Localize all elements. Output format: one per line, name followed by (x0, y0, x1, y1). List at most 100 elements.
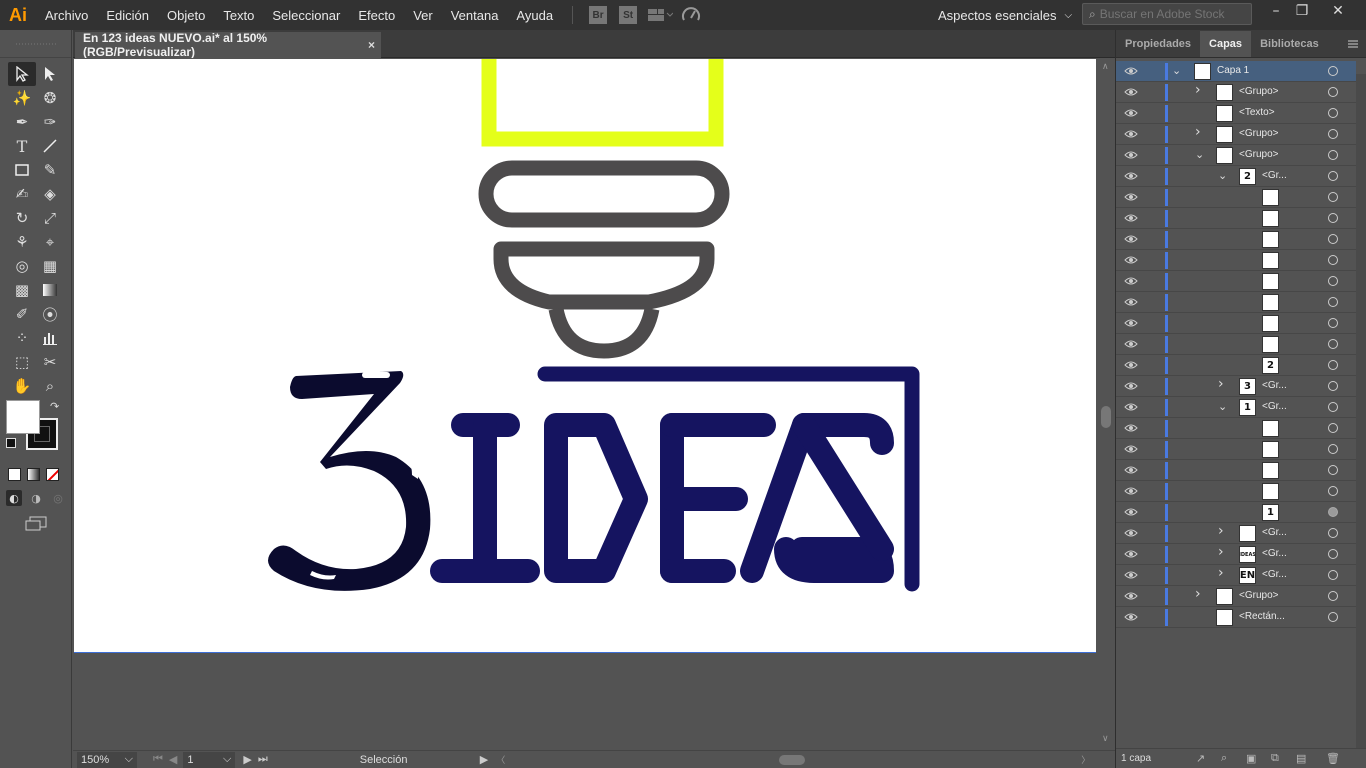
target-circle-icon[interactable] (1328, 66, 1338, 76)
target-circle-icon[interactable] (1328, 276, 1338, 286)
hscroll-thumb[interactable] (779, 754, 806, 765)
graph-tool-icon[interactable] (36, 326, 64, 350)
shape-builder-icon[interactable]: ◎ (8, 254, 36, 278)
draw-normal-icon[interactable]: ◐ (6, 490, 22, 506)
layer-row[interactable]: <Texto> (1116, 103, 1356, 124)
visibility-eye-icon[interactable] (1124, 612, 1138, 622)
target-circle-icon[interactable] (1328, 507, 1338, 517)
target-circle-icon[interactable] (1328, 402, 1338, 412)
workspace-switcher[interactable]: Aspectos esenciales ⌵ (930, 4, 1080, 26)
chevron-down-icon[interactable]: ⌄ (1195, 148, 1204, 161)
hscroll-right-icon[interactable]: 〉 (1081, 753, 1090, 766)
menu-edicion[interactable]: Edición (97, 8, 158, 23)
artboard[interactable] (74, 59, 1096, 653)
layer-row[interactable]: 1 (1116, 502, 1356, 523)
canvas-vertical-scrollbar[interactable]: ∧ ∨ (1097, 58, 1115, 750)
menu-texto[interactable]: Texto (214, 8, 263, 23)
artboard-tool-icon[interactable]: ⬚ (8, 350, 36, 374)
logo-artwork[interactable] (74, 59, 1096, 653)
visibility-eye-icon[interactable] (1124, 87, 1138, 97)
scale-tool-icon[interactable]: ⤢ (36, 206, 64, 230)
line-tool-icon[interactable] (36, 134, 64, 158)
layer-row[interactable] (1116, 187, 1356, 208)
layer-row[interactable] (1116, 292, 1356, 313)
swap-fill-stroke-icon[interactable]: ↷ (50, 400, 59, 413)
maximize-button[interactable]: ❐ (1284, 0, 1320, 22)
target-circle-icon[interactable] (1328, 339, 1338, 349)
default-colors-icon[interactable] (6, 438, 16, 448)
target-circle-icon[interactable] (1328, 612, 1338, 622)
chevron-down-icon[interactable]: ⌄ (1172, 64, 1181, 77)
target-circle-icon[interactable] (1328, 213, 1338, 223)
document-tab[interactable]: En 123 ideas NUEVO.ai* al 150% (RGB/Prev… (75, 31, 381, 59)
target-circle-icon[interactable] (1328, 108, 1338, 118)
locate-object-icon[interactable]: ⌕ (1221, 752, 1235, 765)
target-circle-icon[interactable] (1328, 486, 1338, 496)
export-icon[interactable]: ↗ (1196, 752, 1210, 765)
layer-row[interactable]: › IDEAS <Gr... (1116, 544, 1356, 565)
scroll-down-icon[interactable]: ∨ (1102, 734, 1109, 744)
layer-row[interactable]: ⌄ <Grupo> (1116, 145, 1356, 166)
layer-row[interactable]: 2 (1116, 355, 1356, 376)
tab-capas[interactable]: Capas (1200, 31, 1252, 57)
none-mode-icon[interactable] (46, 468, 59, 481)
visibility-eye-icon[interactable] (1124, 255, 1138, 265)
visibility-eye-icon[interactable] (1124, 549, 1138, 559)
menu-objeto[interactable]: Objeto (158, 8, 214, 23)
target-circle-icon[interactable] (1328, 381, 1338, 391)
layer-row[interactable]: › <Grupo> (1116, 82, 1356, 103)
magic-wand-icon[interactable]: ✨ (8, 86, 36, 110)
stock-icon[interactable]: St (619, 6, 638, 24)
visibility-eye-icon[interactable] (1124, 234, 1138, 244)
layers-scrollbar[interactable] (1356, 74, 1366, 748)
target-circle-icon[interactable] (1328, 591, 1338, 601)
draw-inside-icon[interactable]: ◎ (50, 490, 66, 506)
lasso-icon[interactable]: ❂ (36, 86, 64, 110)
visibility-eye-icon[interactable] (1124, 297, 1138, 307)
search-input[interactable] (1099, 7, 1240, 21)
layer-row[interactable]: › <Grupo> (1116, 124, 1356, 145)
menu-ventana[interactable]: Ventana (442, 8, 508, 23)
eraser-icon[interactable]: ◈ (36, 182, 64, 206)
screen-mode-icon[interactable] (24, 516, 48, 532)
layer-row[interactable] (1116, 229, 1356, 250)
stock-search[interactable]: ⌕ (1082, 3, 1252, 25)
target-circle-icon[interactable] (1328, 549, 1338, 559)
new-sublayer-icon[interactable]: ⧉ (1271, 752, 1285, 765)
chevron-right-icon[interactable]: › (1218, 376, 1224, 392)
chevron-right-icon[interactable]: › (1218, 523, 1224, 539)
target-circle-icon[interactable] (1328, 465, 1338, 475)
mesh-tool-icon[interactable]: ▩ (8, 278, 36, 302)
target-circle-icon[interactable] (1328, 318, 1338, 328)
menu-efecto[interactable]: Efecto (349, 8, 404, 23)
artboard-number-select[interactable]: 1 ⌵ (183, 751, 236, 768)
visibility-eye-icon[interactable] (1124, 150, 1138, 160)
first-artboard-icon[interactable]: ⏮ (153, 753, 163, 766)
shaper-tool-icon[interactable]: ✍ (8, 182, 36, 206)
visibility-eye-icon[interactable] (1124, 213, 1138, 223)
prev-artboard-icon[interactable]: ◀ (169, 753, 177, 766)
pen-tool-icon[interactable]: ✒ (8, 110, 36, 134)
menu-archivo[interactable]: Archivo (36, 8, 97, 23)
target-circle-icon[interactable] (1328, 528, 1338, 538)
visibility-eye-icon[interactable] (1124, 465, 1138, 475)
target-circle-icon[interactable] (1328, 87, 1338, 97)
status-menu-icon[interactable]: ▶ (480, 753, 488, 766)
layer-row[interactable]: ⌄ Capa 1 (1116, 61, 1356, 82)
eyedropper-icon[interactable]: ✐ (8, 302, 36, 326)
menu-ver[interactable]: Ver (404, 8, 442, 23)
target-circle-icon[interactable] (1328, 150, 1338, 160)
target-circle-icon[interactable] (1328, 255, 1338, 265)
chevron-right-icon[interactable]: › (1195, 586, 1201, 602)
layer-row[interactable] (1116, 250, 1356, 271)
visibility-eye-icon[interactable] (1124, 66, 1138, 76)
chevron-right-icon[interactable]: › (1195, 82, 1201, 98)
visibility-eye-icon[interactable] (1124, 528, 1138, 538)
slice-tool-icon[interactable]: ✂ (36, 350, 64, 374)
layer-row[interactable]: <Rectán... (1116, 607, 1356, 628)
chevron-right-icon[interactable]: › (1218, 544, 1224, 560)
visibility-eye-icon[interactable] (1124, 381, 1138, 391)
target-circle-icon[interactable] (1328, 297, 1338, 307)
hscroll-left-icon[interactable]: 〈 (496, 753, 505, 766)
chevron-right-icon[interactable]: › (1195, 124, 1201, 140)
